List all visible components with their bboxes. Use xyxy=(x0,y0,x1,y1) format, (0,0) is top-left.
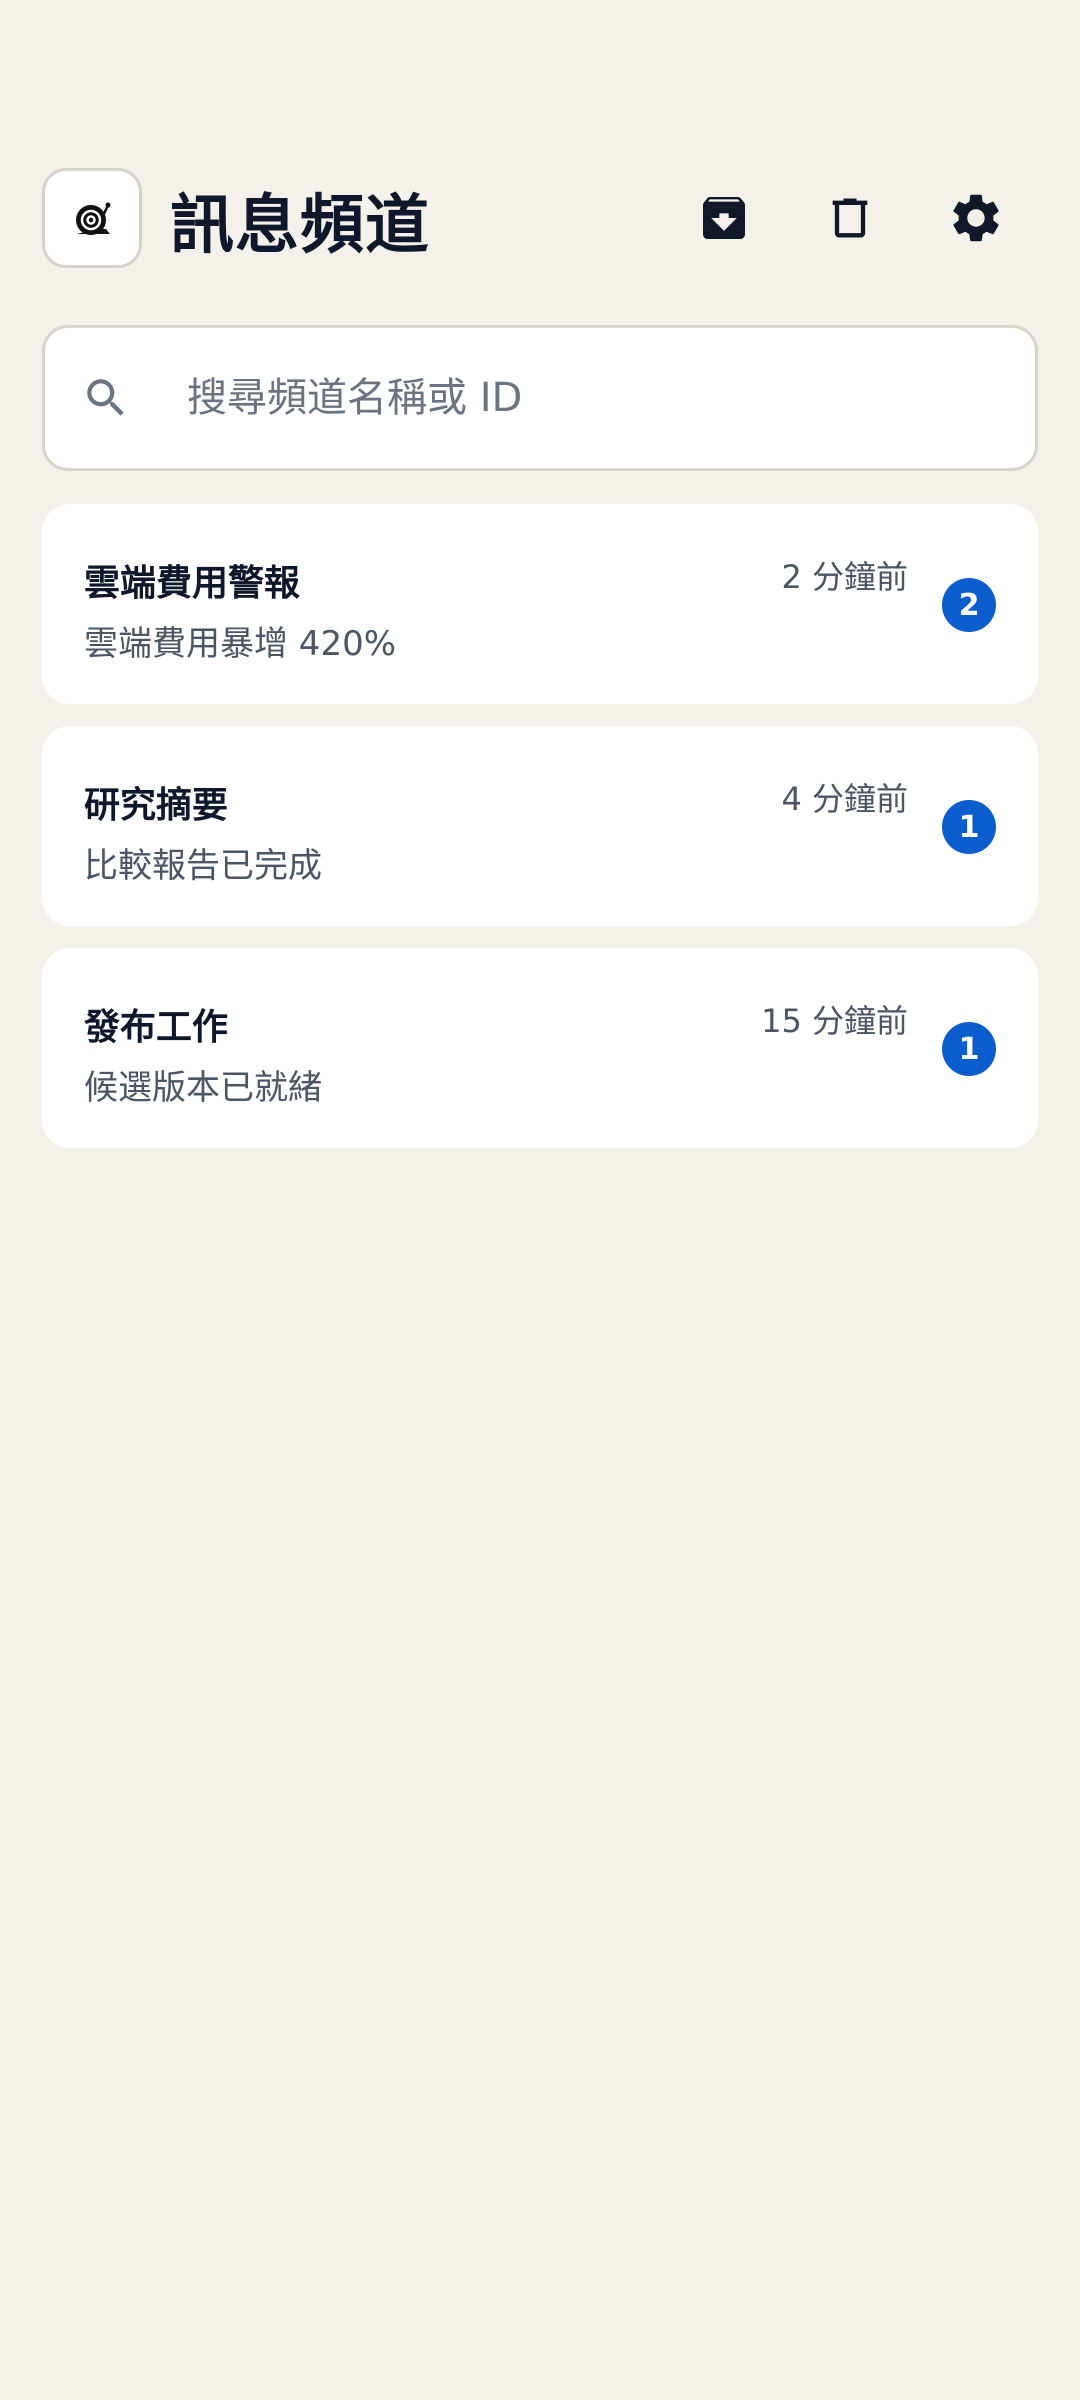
header: 訊息頻道 xyxy=(42,168,1038,272)
channel-preview: 雲端費用暴增 420% xyxy=(84,624,397,664)
trash-icon xyxy=(832,198,868,238)
channel-name: 雲端費用警報 xyxy=(84,563,301,604)
channel-name: 發布工作 xyxy=(84,1007,229,1048)
page-title: 訊息頻道 xyxy=(170,189,430,263)
app-logo xyxy=(42,168,142,268)
search-input[interactable] xyxy=(185,374,969,422)
channel-preview: 比較報告已完成 xyxy=(84,846,322,886)
channel-item-cloud-cost-alert[interactable]: 雲端費用警報 雲端費用暴增 420% 2 分鐘前 2 xyxy=(42,504,1038,704)
channel-preview: 候選版本已就緒 xyxy=(84,1068,322,1108)
delete-button[interactable] xyxy=(808,176,892,260)
channels-screen: 訊息頻道 雲端費用警報 雲端費用暴增 420% xyxy=(0,0,1080,2400)
snail-icon xyxy=(76,202,111,235)
unread-badge: 1 xyxy=(942,1022,996,1076)
search-icon xyxy=(87,379,124,416)
channel-timestamp: 2 分鐘前 xyxy=(781,558,908,596)
archive-icon xyxy=(703,197,745,239)
search-bar xyxy=(42,325,1038,471)
unread-badge: 1 xyxy=(942,800,996,854)
channel-item-research-summary[interactable]: 研究摘要 比較報告已完成 4 分鐘前 1 xyxy=(42,726,1038,926)
gear-icon xyxy=(953,194,999,242)
search-icon-container xyxy=(81,373,181,423)
channel-list: 雲端費用警報 雲端費用暴增 420% 2 分鐘前 2 研究摘要 比較報告已完成 … xyxy=(42,504,1038,1170)
unread-badge: 2 xyxy=(942,578,996,632)
channel-timestamp: 15 分鐘前 xyxy=(761,1002,908,1040)
settings-button[interactable] xyxy=(934,176,1018,260)
channel-timestamp: 4 分鐘前 xyxy=(781,780,908,818)
channel-name: 研究摘要 xyxy=(84,785,229,826)
archive-button[interactable] xyxy=(682,176,766,260)
channel-item-release-work[interactable]: 發布工作 候選版本已就緒 15 分鐘前 1 xyxy=(42,948,1038,1148)
